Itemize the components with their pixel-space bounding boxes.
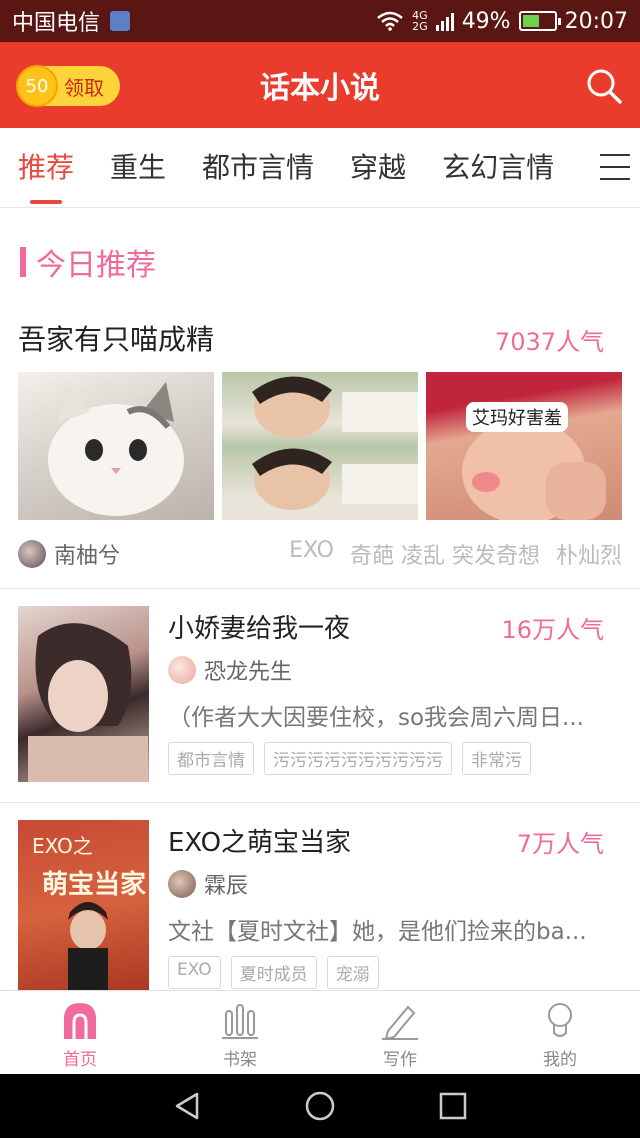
- book-title[interactable]: 小娇妻给我一夜: [168, 608, 350, 645]
- nav-profile[interactable]: 我的: [480, 991, 640, 1074]
- featured-popularity: 7037人气: [494, 328, 604, 356]
- system-navigation-bar: [0, 1074, 640, 1138]
- boy-image[interactable]: [222, 372, 418, 520]
- section-header: 今日推荐: [20, 240, 156, 284]
- notification-icon: [110, 11, 131, 31]
- tab-time-travel[interactable]: 穿越: [350, 128, 406, 208]
- bottom-navigation: 首页 书架 写作 我的: [0, 990, 640, 1074]
- tab-urban-romance[interactable]: 都市言情: [202, 128, 314, 208]
- nav-label: 写作: [383, 1050, 417, 1070]
- nav-label: 首页: [63, 1050, 97, 1070]
- featured-meta: 南柚兮 EXO 奇葩 凌乱 突发奇想 朴灿烈: [18, 538, 622, 570]
- search-icon[interactable]: [584, 66, 624, 106]
- battery-percent: 49%: [461, 8, 511, 34]
- book-title[interactable]: EXO之萌宝当家: [168, 822, 351, 859]
- cat-image[interactable]: [18, 372, 214, 520]
- nav-label: 我的: [543, 1050, 577, 1070]
- book-popularity: 16万人气: [501, 616, 604, 644]
- pen-icon: [382, 1005, 418, 1041]
- app-title: 话本小说: [260, 71, 380, 106]
- author-avatar[interactable]: [18, 540, 46, 568]
- book-description: （作者大大因要住校，so我会周六周日...: [168, 705, 584, 731]
- book-card[interactable]: 小娇妻给我一夜 16万人气 恐龙先生 （作者大大因要住校，so我会周六周日...…: [0, 588, 640, 788]
- claim-label: 领取: [64, 75, 104, 100]
- network-2g-label: 2G: [412, 20, 428, 33]
- network-type: 4G 2G: [412, 10, 428, 32]
- book-tag[interactable]: 非常污: [462, 742, 531, 775]
- profile-icon: [548, 1003, 572, 1037]
- author-name: 霖辰: [204, 874, 249, 899]
- section-accent-bar: [20, 247, 26, 277]
- featured-tags: EXO 奇葩 凌乱 突发奇想 朴灿烈: [289, 538, 622, 570]
- book-description: 文社【夏时文社】她，是他们捡来的ba...: [168, 919, 587, 945]
- author-name: 恐龙先生: [204, 660, 293, 685]
- carrier-label: 中国电信: [12, 11, 101, 36]
- back-icon[interactable]: [171, 1090, 203, 1122]
- book-author[interactable]: 霖辰: [168, 868, 248, 900]
- author-avatar: [168, 656, 196, 684]
- tab-fantasy-romance[interactable]: 玄幻言情: [442, 128, 554, 208]
- meme-image[interactable]: 艾玛好害羞: [426, 372, 622, 520]
- featured-tag[interactable]: 朴灿烈: [556, 538, 622, 570]
- book-tag[interactable]: 夏时成员: [230, 956, 317, 989]
- nav-bookshelf[interactable]: 书架: [160, 991, 320, 1074]
- book-tag[interactable]: 都市言情: [168, 742, 254, 775]
- featured-images[interactable]: 艾玛好害羞: [18, 372, 622, 520]
- featured-tag[interactable]: EXO: [289, 538, 334, 570]
- nav-label: 书架: [223, 1050, 257, 1070]
- tab-rebirth[interactable]: 重生: [110, 128, 166, 208]
- book-tag[interactable]: 宠溺: [326, 956, 379, 989]
- book-popularity: 7万人气: [516, 830, 604, 858]
- nav-write[interactable]: 写作: [320, 991, 480, 1074]
- section-title: 今日推荐: [36, 248, 156, 283]
- status-bar: 中国电信 4G 2G 49% 20:07: [0, 0, 640, 42]
- book-author[interactable]: 恐龙先生: [168, 654, 292, 686]
- menu-icon[interactable]: [600, 154, 630, 180]
- coin-icon: 50: [16, 65, 58, 107]
- book-tags: EXO 夏时成员 宠溺: [168, 956, 379, 989]
- book-cover[interactable]: EXO之 萌宝当家: [18, 820, 149, 990]
- wifi-icon: [377, 11, 403, 31]
- book-tag[interactable]: 污污污污污污污污污污: [264, 742, 452, 775]
- recents-icon[interactable]: [437, 1090, 469, 1122]
- nav-home[interactable]: 首页: [0, 991, 160, 1074]
- home-button-icon[interactable]: [304, 1090, 336, 1122]
- tab-recommend[interactable]: 推荐: [18, 128, 74, 208]
- book-card[interactable]: EXO之 萌宝当家 EXO之萌宝当家 7万人气 霖辰 文社【夏时文社】她，是他们…: [0, 802, 640, 990]
- featured-author[interactable]: 南柚兮: [54, 538, 120, 570]
- clock: 20:07: [564, 8, 628, 34]
- book-tags: 都市言情 污污污污污污污污污污 非常污: [168, 742, 531, 775]
- home-icon: [64, 1003, 96, 1039]
- featured-tag[interactable]: 奇葩 凌乱 突发奇想: [350, 538, 540, 570]
- book-tag[interactable]: EXO: [168, 956, 221, 989]
- signal-icon: [435, 11, 454, 31]
- bookshelf-icon: [222, 1004, 258, 1039]
- author-avatar: [168, 870, 196, 898]
- meme-caption: 艾玛好害羞: [466, 402, 568, 432]
- featured-book-title[interactable]: 吾家有只喵成精: [18, 318, 214, 358]
- category-tabs: 推荐 重生 都市言情 穿越 玄幻言情: [0, 128, 640, 208]
- battery-icon: [518, 11, 561, 31]
- book-cover[interactable]: [18, 606, 149, 782]
- claim-coins-button[interactable]: 50 领取: [16, 65, 120, 107]
- app-header: 50 领取 话本小说: [0, 42, 640, 128]
